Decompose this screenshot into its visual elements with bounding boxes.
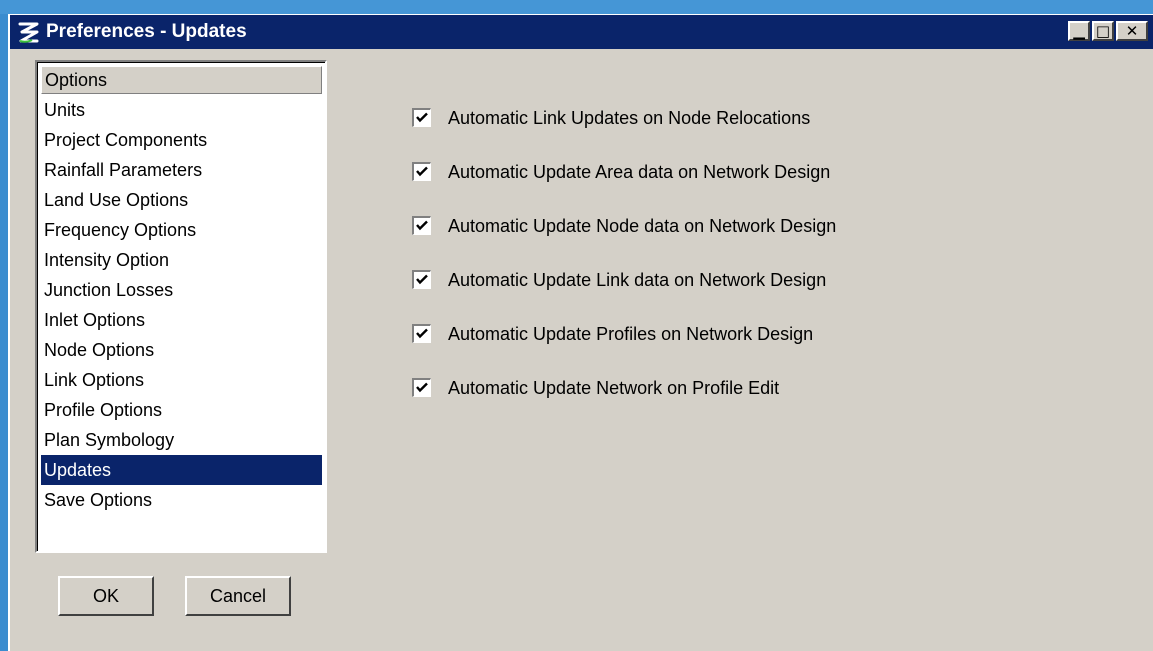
checkbox[interactable] <box>412 108 431 127</box>
checkbox[interactable] <box>412 324 431 343</box>
checkbox[interactable] <box>412 378 431 397</box>
checkbox-label: Automatic Update Node data on Network De… <box>448 216 837 236</box>
checkbox-label: Automatic Update Link data on Network De… <box>448 270 827 290</box>
list-item-profile-options[interactable]: Profile Options <box>41 395 322 425</box>
checkmark-icon <box>416 328 428 339</box>
options-list-header[interactable]: Options <box>41 66 322 94</box>
checkmark-icon <box>416 382 428 393</box>
checkbox-label: Automatic Link Updates on Node Relocatio… <box>448 108 811 128</box>
options-list-frame: Options Units Project Components Rainfal… <box>37 62 325 551</box>
options-list-items: Units Project Components Rainfall Parame… <box>41 95 322 515</box>
checkmark-icon <box>416 166 428 177</box>
list-item-rainfall-parameters[interactable]: Rainfall Parameters <box>41 155 322 185</box>
list-item-updates[interactable]: Updates <box>41 455 322 485</box>
title-bar[interactable]: Preferences - Updates ▁ □ ✕ <box>10 15 1153 49</box>
app-logo-icon <box>18 22 39 43</box>
list-item-land-use-options[interactable]: Land Use Options <box>41 185 322 215</box>
minimize-button[interactable]: ▁ <box>1068 21 1090 41</box>
checkmark-icon <box>416 112 428 123</box>
list-item-link-options[interactable]: Link Options <box>41 365 322 395</box>
cancel-button[interactable]: Cancel <box>185 576 291 616</box>
checkmark-icon <box>416 220 428 231</box>
list-item-units[interactable]: Units <box>41 95 322 125</box>
checkmark-icon <box>416 274 428 285</box>
close-button[interactable]: ✕ <box>1116 21 1148 41</box>
list-item-intensity-option[interactable]: Intensity Option <box>41 245 322 275</box>
list-item-save-options[interactable]: Save Options <box>41 485 322 515</box>
list-item-inlet-options[interactable]: Inlet Options <box>41 305 322 335</box>
window-title: Preferences - Updates <box>46 21 247 42</box>
list-item-plan-symbology[interactable]: Plan Symbology <box>41 425 322 455</box>
ok-button[interactable]: OK <box>58 576 154 616</box>
preferences-dialog: Preferences - Updates ▁ □ ✕ Options Unit… <box>8 14 1153 651</box>
list-item-junction-losses[interactable]: Junction Losses <box>41 275 322 305</box>
checkbox-label: Automatic Update Profiles on Network Des… <box>448 324 814 344</box>
checkbox[interactable] <box>412 162 431 181</box>
checkbox[interactable] <box>412 270 431 289</box>
checkbox-label: Automatic Update Area data on Network De… <box>448 162 831 182</box>
maximize-button[interactable]: □ <box>1092 21 1114 41</box>
options-list[interactable]: Options Units Project Components Rainfal… <box>35 60 327 553</box>
list-item-project-components[interactable]: Project Components <box>41 125 322 155</box>
list-item-frequency-options[interactable]: Frequency Options <box>41 215 322 245</box>
list-item-node-options[interactable]: Node Options <box>41 335 322 365</box>
desktop-background <box>0 0 1153 14</box>
checkbox[interactable] <box>412 216 431 235</box>
checkbox-label: Automatic Update Network on Profile Edit <box>448 378 780 398</box>
